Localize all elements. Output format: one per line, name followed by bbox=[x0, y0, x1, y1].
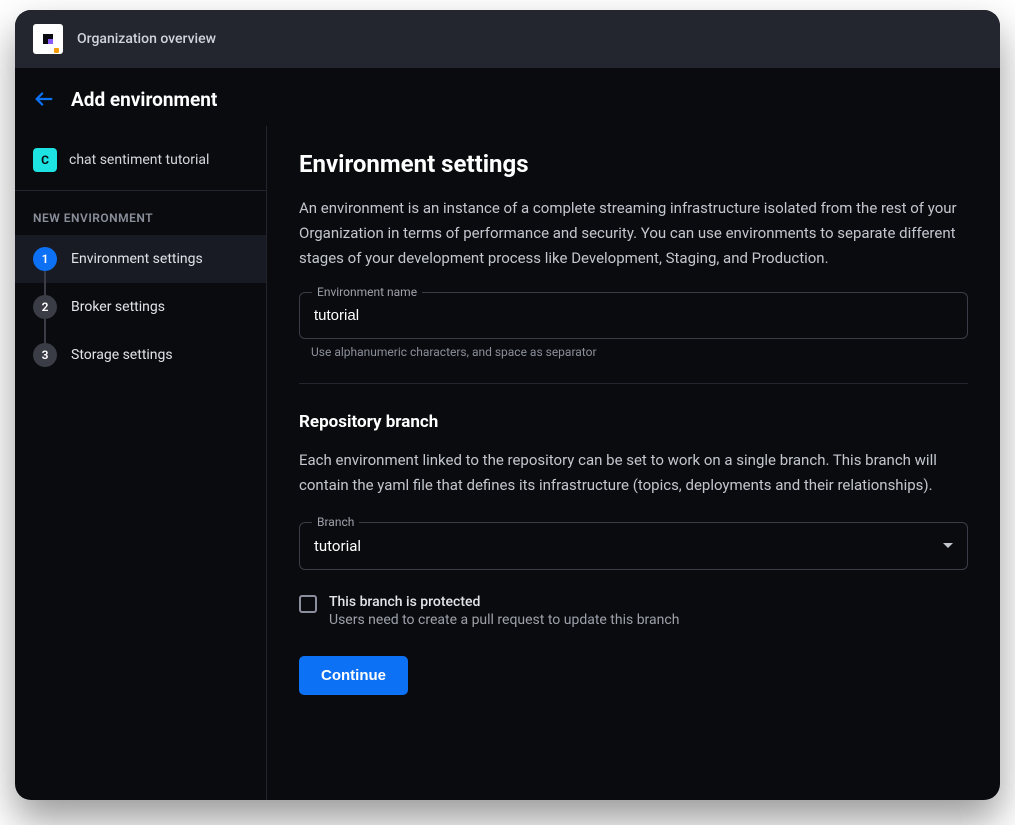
environment-settings-heading: Environment settings bbox=[299, 150, 968, 178]
branch-protected-title: This branch is protected bbox=[329, 594, 968, 610]
branch-select-value-row: tutorial bbox=[300, 523, 967, 569]
step-label: Storage settings bbox=[71, 347, 173, 363]
branch-selected-value: tutorial bbox=[314, 537, 361, 555]
sidebar-project-row[interactable]: C chat sentiment tutorial bbox=[15, 134, 266, 191]
step-label: Broker settings bbox=[71, 299, 165, 315]
top-bar: Organization overview bbox=[15, 10, 1000, 68]
branch-protected-row: This branch is protected Users need to c… bbox=[299, 594, 968, 628]
sidebar: C chat sentiment tutorial NEW ENVIRONMEN… bbox=[15, 126, 267, 800]
main-content: Environment settings An environment is a… bbox=[267, 126, 1000, 800]
continue-button[interactable]: Continue bbox=[299, 656, 408, 695]
brand-logo-icon bbox=[33, 24, 63, 54]
branch-select[interactable]: Branch tutorial bbox=[299, 522, 968, 570]
step-number-badge: 3 bbox=[33, 343, 57, 367]
repository-branch-heading: Repository branch bbox=[299, 412, 968, 432]
environment-name-field: Environment name bbox=[299, 292, 968, 339]
branch-label: Branch bbox=[312, 515, 359, 529]
sidebar-section-label: NEW ENVIRONMENT bbox=[15, 199, 266, 235]
step-label: Environment settings bbox=[71, 251, 203, 267]
branch-protected-subtext: Users need to create a pull request to u… bbox=[329, 612, 968, 628]
app-window: Organization overview Add environment C … bbox=[15, 10, 1000, 800]
back-arrow-icon[interactable] bbox=[33, 88, 55, 110]
step-storage-settings[interactable]: 3 Storage settings bbox=[15, 331, 266, 379]
page-sub-header: Add environment bbox=[15, 68, 1000, 126]
top-bar-title: Organization overview bbox=[77, 31, 216, 47]
repository-branch-description: Each environment linked to the repositor… bbox=[299, 448, 968, 498]
project-badge: C bbox=[33, 148, 57, 172]
step-number-badge: 1 bbox=[33, 247, 57, 271]
content-area: C chat sentiment tutorial NEW ENVIRONMEN… bbox=[15, 126, 1000, 800]
environment-name-input[interactable] bbox=[300, 293, 967, 338]
step-environment-settings[interactable]: 1 Environment settings bbox=[15, 235, 266, 283]
environment-settings-description: An environment is an instance of a compl… bbox=[299, 196, 968, 270]
step-number-badge: 2 bbox=[33, 295, 57, 319]
section-divider bbox=[299, 383, 968, 384]
chevron-down-icon bbox=[943, 543, 953, 548]
environment-name-hint: Use alphanumeric characters, and space a… bbox=[311, 345, 968, 359]
branch-protected-checkbox[interactable] bbox=[299, 595, 317, 613]
project-name: chat sentiment tutorial bbox=[69, 152, 209, 168]
page-title: Add environment bbox=[71, 88, 217, 111]
step-broker-settings[interactable]: 2 Broker settings bbox=[15, 283, 266, 331]
environment-name-label: Environment name bbox=[312, 285, 422, 299]
